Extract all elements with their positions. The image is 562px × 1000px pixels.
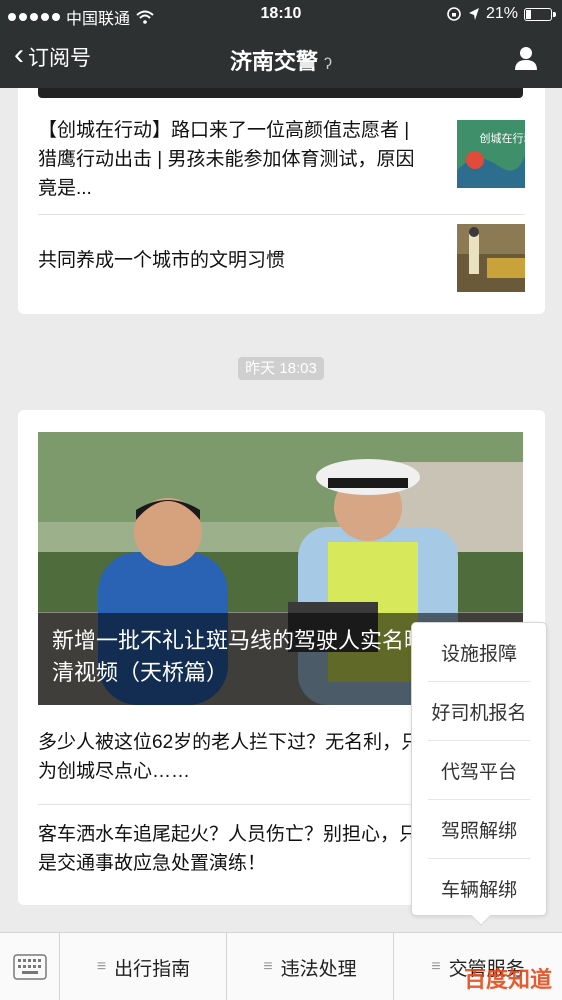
profile-icon[interactable] [512, 44, 540, 72]
article-thumbnail: 创城在行动 [457, 120, 525, 188]
rotation-lock-icon [447, 7, 461, 21]
keyboard-toggle[interactable] [0, 933, 60, 1000]
tab-label: 出行指南 [114, 958, 191, 980]
bottom-menu-bar: ≡ 出行指南 ≡ 违法处理 ≡ 交管服务 百度知道 [0, 932, 562, 1000]
page-title-text: 济南交警 [229, 49, 318, 74]
article-thumbnail [457, 224, 525, 292]
article-title: 【创城在行动】路口来了一位高颜值志愿者 | 猎鹰行动出击 | 男孩未能参加体育测… [38, 120, 415, 199]
article-item[interactable]: 【创城在行动】路口来了一位高颜值志愿者 | 猎鹰行动出击 | 男孩未能参加体育测… [38, 116, 525, 212]
article-title: 多少人被这位62岁的老人拦下过？无名利，只为创城尽点心…… [38, 732, 421, 782]
article-title: 客车洒水车追尾起火？人员伤亡？别担心，只是交通事故应急处置演练！ [38, 824, 419, 874]
menu-item-designated-driver[interactable]: 代驾平台 [412, 741, 546, 799]
menu-lines-icon: ≡ [263, 958, 273, 975]
menu-tab-travel-guide[interactable]: ≡ 出行指南 [61, 933, 227, 1000]
watermark-logo: 百度知道 [463, 967, 552, 992]
article-title: 共同养成一个城市的文明习惯 [38, 250, 286, 271]
battery-icon [524, 7, 556, 21]
article-cover-image [38, 88, 523, 98]
timestamp-text: 昨天 18:03 [238, 357, 324, 380]
divider [38, 214, 525, 215]
location-icon [468, 8, 479, 20]
page-title: 济南交警 ʔ [0, 44, 562, 76]
thumbnail-text: 创城在行动 [480, 132, 526, 145]
battery-percent: 21% [485, 5, 518, 22]
menu-lines-icon: ≡ [96, 958, 107, 975]
menu-lines-icon: ≡ [431, 958, 441, 975]
article-item[interactable]: 共同养成一个城市的文明习惯 [38, 218, 525, 298]
status-bar: 中国联通 18:10 21% [0, 0, 562, 30]
menu-tab-violation[interactable]: ≡ 违法处理 [227, 933, 394, 1000]
timestamp: 昨天 18:03 [0, 357, 562, 380]
menu-item-license-unbind[interactable]: 驾照解绑 [412, 800, 546, 858]
ear-icon: ʔ [324, 56, 332, 73]
tab-label: 违法处理 [280, 958, 357, 980]
submenu-popup: 设施报障 好司机报名 代驾平台 驾照解绑 车辆解绑 [411, 622, 547, 926]
article-card: 【创城在行动】路口来了一位高颜值志愿者 | 猎鹰行动出击 | 男孩未能参加体育测… [18, 88, 545, 314]
menu-item-good-driver-signup[interactable]: 好司机报名 [412, 682, 546, 740]
nav-bar: ‹ 订阅号 济南交警 ʔ [0, 30, 562, 88]
menu-item-facility-report[interactable]: 设施报障 [412, 623, 546, 681]
keyboard-icon [12, 954, 47, 980]
battery-fill [526, 9, 532, 19]
